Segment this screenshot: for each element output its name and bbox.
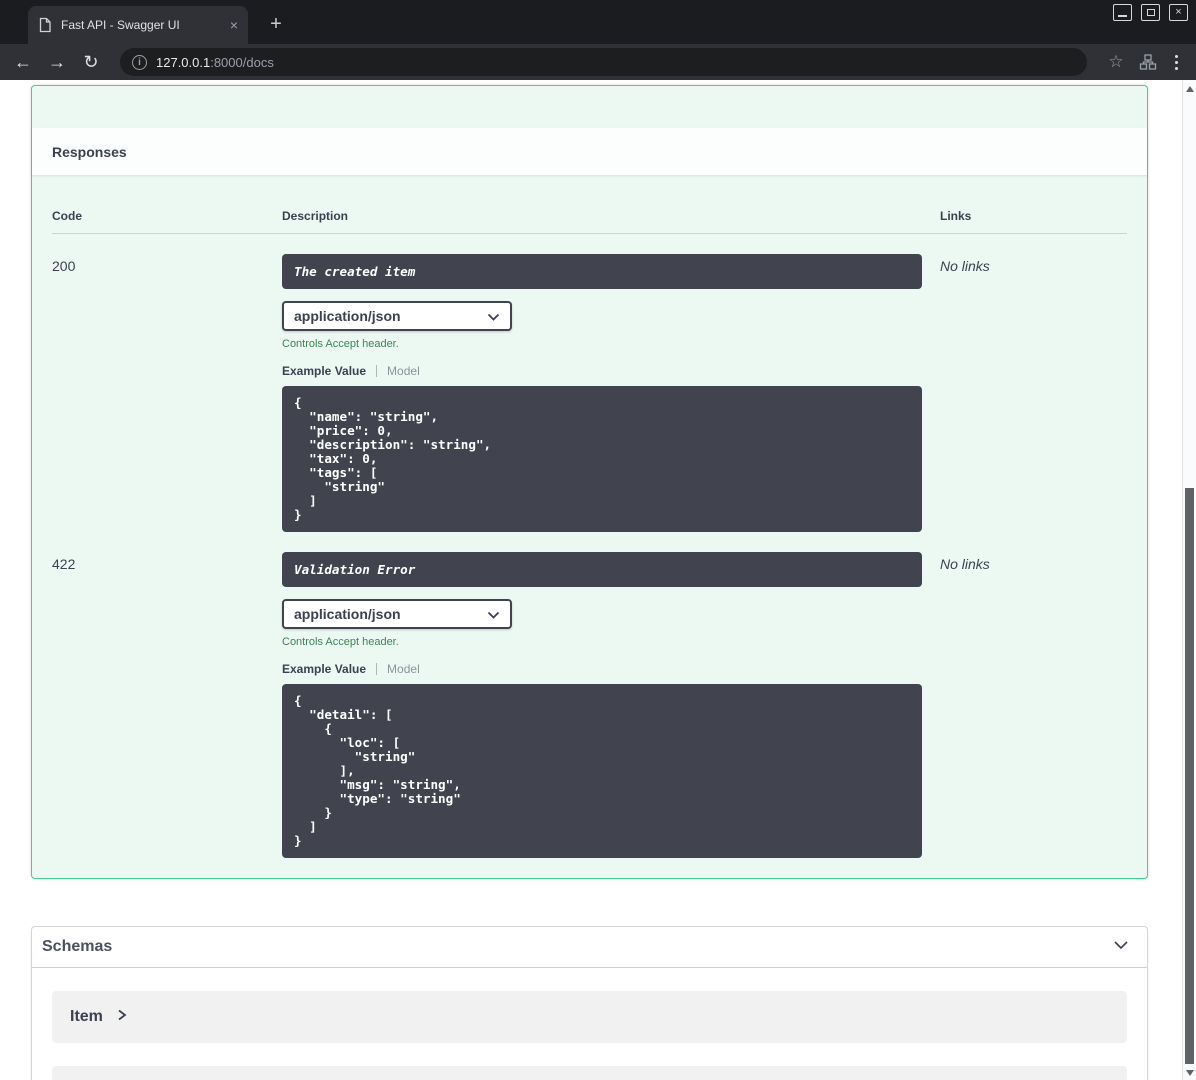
menu-kebab-icon[interactable] <box>1169 54 1184 70</box>
url-text: 127.0.0.1:8000/docs <box>156 55 274 70</box>
page-favicon-icon <box>38 17 52 33</box>
url-host: 127.0.0.1 <box>156 54 211 70</box>
media-type-value: application/json <box>294 606 401 622</box>
schemas-header[interactable]: Schemas <box>32 927 1147 968</box>
page-scrollbar[interactable] <box>1182 80 1196 1080</box>
scrollbar-up-icon[interactable] <box>1183 82 1196 96</box>
model-row-item[interactable]: Item <box>52 991 1127 1043</box>
column-header-links: Links <box>940 209 972 223</box>
minimize-icon <box>1118 14 1127 17</box>
scrollbar-down-icon[interactable] <box>1183 1066 1196 1080</box>
response-code: 200 <box>52 258 76 274</box>
schemas-title: Schemas <box>42 938 113 955</box>
accept-header-note: Controls Accept header. <box>282 338 399 350</box>
media-type-select[interactable]: application/json <box>282 599 512 629</box>
reload-button[interactable]: ↻ <box>80 52 102 73</box>
tab-close-icon[interactable]: × <box>230 18 238 32</box>
minimize-button[interactable] <box>1113 4 1132 21</box>
address-bar[interactable]: i 127.0.0.1:8000/docs <box>120 48 1087 76</box>
model-name: Item <box>70 1008 103 1025</box>
example-model-tabs: Example Value Model <box>282 364 922 378</box>
bookmark-star-icon[interactable]: ☆ <box>1105 52 1127 72</box>
chevron-down-icon <box>487 308 500 324</box>
response-description-cell: Validation Error application/json Contro… <box>282 542 940 858</box>
browser-toolbar: ← → ↻ i 127.0.0.1:8000/docs ☆ <box>0 44 1196 80</box>
maximize-icon <box>1146 9 1155 16</box>
response-row-200: 200 The created item application/json Co… <box>52 234 1127 532</box>
chevron-right-icon <box>117 1008 127 1026</box>
response-description: The created item <box>282 254 922 289</box>
tab-model[interactable]: Model <box>387 662 420 676</box>
chevron-down-icon <box>487 606 500 622</box>
maximize-button[interactable] <box>1141 4 1160 21</box>
response-links: No links <box>940 258 990 274</box>
url-path: :8000/docs <box>210 54 274 70</box>
response-row-422: 422 Validation Error application/json Co… <box>52 532 1127 858</box>
back-button[interactable]: ← <box>12 52 34 73</box>
schemas-section: Schemas Item ValidationError <box>31 926 1148 1080</box>
response-description-cell: The created item application/json Contro… <box>282 244 940 532</box>
tab-divider <box>376 663 378 675</box>
column-header-code: Code <box>52 209 82 223</box>
response-description: Validation Error <box>282 552 922 587</box>
tab-example-value[interactable]: Example Value <box>282 364 366 378</box>
media-type-value: application/json <box>294 308 401 324</box>
site-info-icon[interactable]: i <box>132 54 147 70</box>
close-icon: × <box>1175 6 1182 18</box>
chevron-down-icon[interactable] <box>1111 935 1131 960</box>
example-model-tabs: Example Value Model <box>282 662 922 676</box>
swagger-page: Responses Code Description Links 200 The… <box>0 80 1182 1080</box>
model-row-validationerror[interactable]: ValidationError <box>52 1066 1127 1080</box>
tab-model[interactable]: Model <box>387 364 420 378</box>
accept-header-note: Controls Accept header. <box>282 636 399 648</box>
schemas-model-list: Item ValidationError <box>32 968 1147 1080</box>
forward-button[interactable]: → <box>46 52 68 73</box>
browser-tab[interactable]: Fast API - Swagger UI × <box>28 6 248 44</box>
window-controls: × <box>1113 4 1188 21</box>
browser-titlebar: Fast API - Swagger UI × + × <box>0 0 1196 44</box>
responses-table: Code Description Links 200 The created i… <box>32 175 1147 878</box>
tab-title: Fast API - Swagger UI <box>61 18 180 32</box>
response-links: No links <box>940 556 990 572</box>
responses-section-header: Responses <box>32 128 1147 175</box>
responses-table-header: Code Description Links <box>52 195 1127 234</box>
scrollbar-thumb[interactable] <box>1185 488 1194 1064</box>
tab-example-value[interactable]: Example Value <box>282 662 366 676</box>
media-type-select[interactable]: application/json <box>282 301 512 331</box>
sitemap-icon[interactable] <box>1139 53 1157 71</box>
example-json: { "detail": [ { "loc": [ "string" ], "ms… <box>282 684 922 858</box>
responses-title: Responses <box>52 143 127 160</box>
column-header-description: Description <box>282 209 349 223</box>
tab-divider <box>376 365 378 377</box>
opblock-spacer <box>32 86 1147 128</box>
close-window-button[interactable]: × <box>1169 4 1188 21</box>
new-tab-button[interactable]: + <box>262 10 290 38</box>
response-code: 422 <box>52 556 76 572</box>
post-operation-block: Responses Code Description Links 200 The… <box>31 85 1148 879</box>
example-json: { "name": "string", "price": 0, "descrip… <box>282 386 922 532</box>
